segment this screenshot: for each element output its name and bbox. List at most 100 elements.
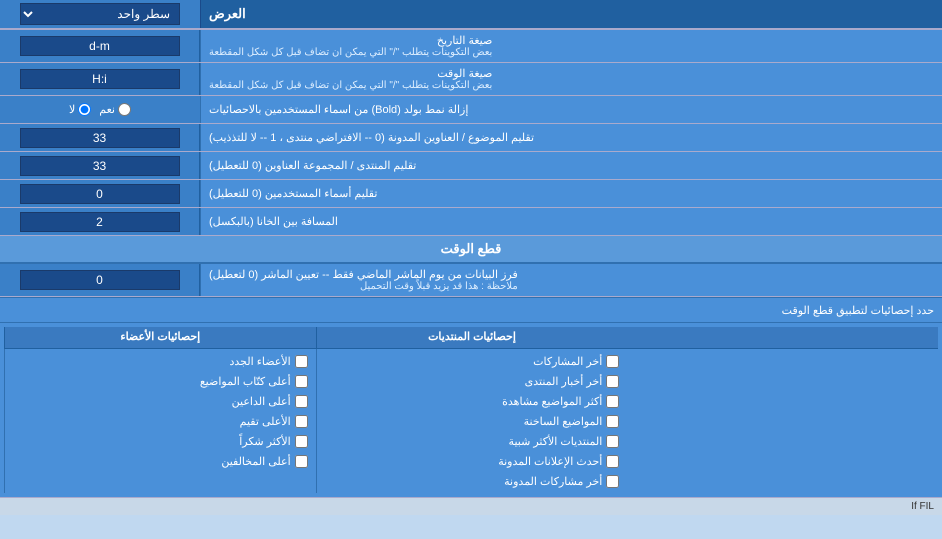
filter-days-row: فرز البيانات من يوم الماشر الماضي فقط --… [0, 264, 942, 297]
checkbox-blog-posts[interactable] [606, 475, 619, 488]
filter-days-input-cell [0, 264, 200, 296]
checkbox-most-forums-label: المنتديات الأكثر شبية [509, 435, 603, 448]
checkbox-top-rated[interactable] [295, 415, 308, 428]
checkbox-latest-announcements[interactable] [606, 455, 619, 468]
date-label-sub: بعض التكوينات يتطلب "/" التي يمكن ان تضا… [209, 47, 492, 58]
realtime-section-header: قطع الوقت [0, 236, 942, 264]
realtime-title: قطع الوقت [441, 241, 502, 256]
usernames-label-text: تقليم أسماء المستخدمين (0 للتعطيل) [209, 187, 377, 200]
radio-yes-text: نعم [99, 103, 115, 116]
checkbox-forum-news-label: أخر أخبار المنتدى [525, 375, 603, 388]
checkbox-top-inviters[interactable] [295, 395, 308, 408]
page-title: العرض [200, 0, 942, 28]
usernames-input-cell [0, 180, 200, 207]
checkbox-top-inviters-label: أعلى الداعين [232, 395, 291, 408]
usernames-label: تقليم أسماء المستخدمين (0 للتعطيل) [200, 180, 942, 207]
checkbox-column-1: الأعضاء الجدد أعلى كتّاب المواضيع أعلى ا… [4, 349, 316, 493]
header-input-cell: سطر واحد سطرين ثلاثة أسطر [0, 0, 200, 28]
list-item: المنتديات الأكثر شبية [317, 431, 628, 451]
checkbox-most-viewed[interactable] [606, 395, 619, 408]
checkbox-top-rated-label: الأعلى تقيم [240, 415, 291, 428]
radio-no-text: لا [69, 103, 75, 116]
bottom-text: If FIL [0, 497, 942, 515]
checkbox-most-thanked[interactable] [295, 435, 308, 448]
checkbox-hot-topics-label: المواضيع الساخنة [524, 415, 603, 428]
radio-no[interactable] [78, 103, 91, 116]
list-item: الأعلى تقيم [5, 411, 316, 431]
checkbox-last-posts[interactable] [606, 355, 619, 368]
checkbox-headers-row: إحصائيات المنتديات إحصائيات الأعضاء [4, 327, 938, 349]
time-format-label: صيغة الوقت بعض التكوينات يتطلب "/" التي … [200, 63, 942, 95]
spacing-input[interactable] [20, 212, 180, 232]
checkbox-most-thanked-label: الأكثر شكراً [239, 435, 290, 448]
bottom-text-content: If FIL [911, 501, 934, 512]
list-item: الأعضاء الجدد [5, 351, 316, 371]
checkbox-new-members-label: الأعضاء الجدد [229, 355, 290, 368]
checkbox-most-forums[interactable] [606, 435, 619, 448]
checkbox-top-violators[interactable] [295, 455, 308, 468]
filter-days-label-text: فرز البيانات من يوم الماشر الماضي فقط --… [209, 268, 518, 281]
apply-row: حدد إحصائيات لتطبيق قطع الوقت [0, 297, 942, 323]
time-label-sub: بعض التكوينات يتطلب "/" التي يمكن ان تضا… [209, 80, 492, 91]
checkbox-top-topic-writers-label: أعلى كتّاب المواضيع [200, 375, 291, 388]
filter-days-label: فرز البيانات من يوم الماشر الماضي فقط --… [200, 264, 942, 296]
forum-titles-label-text: تقليم المنتدى / المجموعة العناوين (0 للت… [209, 159, 416, 172]
checkbox-hot-topics[interactable] [606, 415, 619, 428]
checkbox-blog-posts-label: أخر مشاركات المدونة [504, 475, 602, 488]
bold-radio-cell: نعم لا [0, 96, 200, 123]
bold-label-text: إزالة نمط بولد (Bold) من اسماء المستخدمي… [209, 103, 468, 116]
top-header-row: العرض سطر واحد سطرين ثلاثة أسطر [0, 0, 942, 30]
topic-titles-input[interactable] [20, 128, 180, 148]
time-format-input[interactable] [20, 69, 180, 89]
list-item: أعلى المخالفين [5, 451, 316, 471]
date-format-label: صيغة التاريخ بعض التكوينات يتطلب "/" الت… [200, 30, 942, 62]
date-label-text: صيغة التاريخ [209, 34, 492, 47]
checkbox-new-members[interactable] [295, 355, 308, 368]
forum-titles-input[interactable] [20, 156, 180, 176]
list-item: الأكثر شكراً [5, 431, 316, 451]
checkbox-col2-header: إحصائيات المنتديات [316, 327, 628, 348]
checkbox-column-2: أخر المشاركات أخر أخبار المنتدى أكثر الم… [316, 349, 628, 493]
list-item: أعلى كتّاب المواضيع [5, 371, 316, 391]
lines-select[interactable]: سطر واحد سطرين ثلاثة أسطر [20, 3, 180, 25]
topic-titles-row: تقليم الموضوع / العناوين المدونة (0 -- ا… [0, 124, 942, 152]
list-item: أحدث الإعلانات المدونة [317, 451, 628, 471]
spacing-row: المسافة بين الخانا (بالبكسل) [0, 208, 942, 236]
time-format-row: صيغة الوقت بعض التكوينات يتطلب "/" التي … [0, 63, 942, 96]
apply-label: حدد إحصائيات لتطبيق قطع الوقت [0, 300, 942, 321]
checkboxes-section: إحصائيات المنتديات إحصائيات الأعضاء أخر … [0, 323, 942, 497]
filter-days-input[interactable] [20, 270, 180, 290]
main-container: العرض سطر واحد سطرين ثلاثة أسطر صيغة الت… [0, 0, 942, 515]
col2-header-text: إحصائيات المنتديات [428, 331, 516, 343]
list-item: أخر أخبار المنتدى [317, 371, 628, 391]
checkbox-latest-announcements-label: أحدث الإعلانات المدونة [498, 455, 602, 468]
date-format-input-cell [0, 30, 200, 62]
spacing-input-cell [0, 208, 200, 235]
checkbox-column-3 [627, 349, 938, 493]
list-item: أعلى الداعين [5, 391, 316, 411]
topic-titles-input-cell [0, 124, 200, 151]
checkbox-col1-header: إحصائيات الأعضاء [4, 327, 316, 348]
checkbox-last-posts-label: أخر المشاركات [533, 355, 602, 368]
date-format-row: صيغة التاريخ بعض التكوينات يتطلب "/" الت… [0, 30, 942, 63]
col1-header-text: إحصائيات الأعضاء [120, 331, 200, 343]
time-format-input-cell [0, 63, 200, 95]
date-format-input[interactable] [20, 36, 180, 56]
apply-label-text: حدد إحصائيات لتطبيق قطع الوقت [782, 305, 934, 317]
topic-titles-label-text: تقليم الموضوع / العناوين المدونة (0 -- ا… [209, 131, 534, 144]
radio-no-label[interactable]: لا [69, 103, 91, 116]
usernames-input[interactable] [20, 184, 180, 204]
checkbox-top-topic-writers[interactable] [295, 375, 308, 388]
usernames-row: تقليم أسماء المستخدمين (0 للتعطيل) [0, 180, 942, 208]
radio-yes[interactable] [118, 103, 131, 116]
checkbox-forum-news[interactable] [606, 375, 619, 388]
checkbox-most-viewed-label: أكثر المواضيع مشاهدة [502, 395, 602, 408]
radio-yes-label[interactable]: نعم [99, 103, 131, 116]
list-item: أكثر المواضيع مشاهدة [317, 391, 628, 411]
checkbox-top-violators-label: أعلى المخالفين [221, 455, 290, 468]
topic-titles-label: تقليم الموضوع / العناوين المدونة (0 -- ا… [200, 124, 942, 151]
title-label: العرض [209, 6, 246, 22]
time-label-text: صيغة الوقت [209, 67, 492, 80]
forum-titles-label: تقليم المنتدى / المجموعة العناوين (0 للت… [200, 152, 942, 179]
bold-row: إزالة نمط بولد (Bold) من اسماء المستخدمي… [0, 96, 942, 124]
